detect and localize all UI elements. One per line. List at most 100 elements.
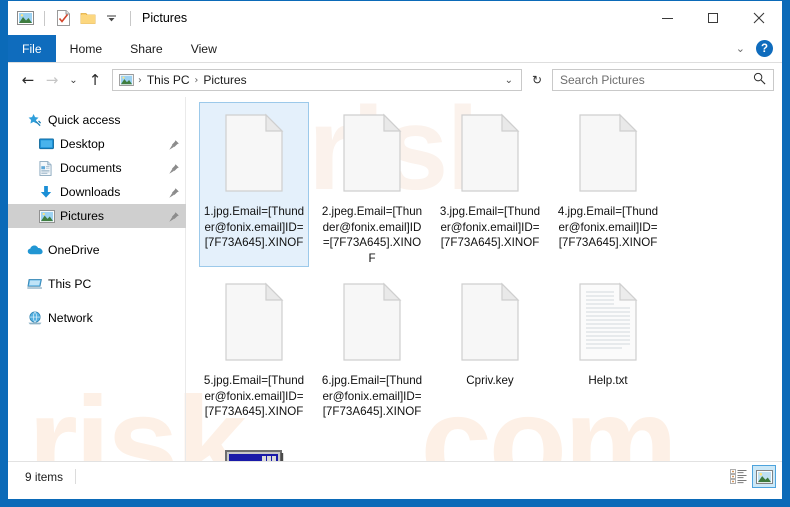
sidebar-item-quick-access[interactable]: Quick access [8, 108, 186, 132]
file-item[interactable]: 2.jpeg.Email=[Thunder@fonix.email]ID=[7F… [317, 102, 427, 267]
breadcrumb-pictures[interactable]: Pictures [200, 73, 249, 87]
tab-share[interactable]: Share [116, 35, 177, 62]
pin-icon[interactable] [168, 162, 180, 174]
close-button[interactable] [736, 1, 782, 35]
pin-icon[interactable] [168, 138, 180, 150]
sidebar-label-onedrive: OneDrive [48, 243, 100, 257]
address-pictures-icon [117, 74, 136, 86]
details-view-button[interactable] [726, 465, 750, 488]
star-pin-icon [27, 112, 45, 128]
file-name: Help.txt [588, 374, 628, 387]
large-icons-view-button[interactable] [752, 465, 776, 488]
maximize-icon [708, 13, 718, 23]
large-icons-view-icon [755, 469, 773, 484]
file-grid: 1.jpg.Email=[Thunder@fonix.email]ID=[7F7… [186, 102, 782, 461]
search-icon [753, 72, 769, 88]
window-title: Pictures [142, 11, 188, 25]
pictures-icon[interactable] [16, 9, 35, 28]
pictures-icon [39, 208, 57, 224]
blank-file-icon [336, 108, 408, 198]
file-item[interactable]: 5.jpg.Email=[Thunder@fonix.email]ID=[7F7… [199, 271, 309, 421]
address-toolbar: ← → ⌄ ↑ › This PC › Pictures ⌄ ↻ Search … [8, 63, 782, 97]
explorer-body: Quick access Desktop Documents Downloads… [8, 97, 782, 461]
sidebar-label-this-pc: This PC [48, 277, 92, 291]
file-name: 3.jpg.Email=[Thunder@fonix.email]ID=[7F7… [439, 205, 541, 249]
file-item[interactable]: How To Decrypt Files.hta [199, 425, 309, 461]
expand-ribbon-chevron-icon[interactable]: ⌄ [731, 42, 750, 55]
blank-file-icon [336, 277, 408, 367]
downloads-icon [39, 184, 57, 200]
qat-separator-2 [130, 10, 131, 26]
customize-chevron-icon[interactable] [102, 9, 121, 28]
tab-view[interactable]: View [177, 35, 231, 62]
tab-home[interactable]: Home [56, 35, 117, 62]
view-toggle-group [726, 465, 776, 488]
pin-icon[interactable] [168, 186, 180, 198]
file-explorer-window: risk risk .com Pictures File Home Share … [0, 0, 790, 507]
pin-icon[interactable] [168, 210, 180, 222]
minimize-button[interactable] [644, 1, 690, 35]
new-folder-icon[interactable] [78, 9, 97, 28]
ribbon-right-controls: ⌄ ? [731, 35, 778, 62]
close-icon [753, 12, 765, 24]
window-controls [644, 1, 782, 35]
sidebar-item-pictures[interactable]: Pictures [8, 204, 186, 228]
desktop-icon [39, 136, 57, 152]
recent-locations-chevron-icon[interactable]: ⌄ [64, 68, 83, 92]
maximize-button[interactable] [690, 1, 736, 35]
sidebar-label-network: Network [48, 311, 93, 325]
network-icon [27, 310, 45, 326]
up-button[interactable]: ↑ [83, 68, 107, 92]
sidebar-item-network[interactable]: Network [8, 306, 186, 330]
blank-file-icon [572, 108, 644, 198]
help-button[interactable]: ? [756, 40, 773, 57]
blank-file-icon [218, 108, 290, 198]
status-separator [75, 469, 77, 484]
back-button[interactable]: ← [16, 68, 40, 92]
sidebar-label-documents: Documents [60, 161, 122, 175]
file-name: 6.jpg.Email=[Thunder@fonix.email]ID=[7F7… [321, 374, 423, 418]
file-name: 4.jpg.Email=[Thunder@fonix.email]ID=[7F7… [557, 205, 659, 249]
file-name: 5.jpg.Email=[Thunder@fonix.email]ID=[7F7… [203, 374, 305, 418]
sidebar-label-quick-access: Quick access [48, 113, 121, 127]
file-item[interactable]: 1.jpg.Email=[Thunder@fonix.email]ID=[7F7… [199, 102, 309, 267]
search-input[interactable]: Search Pictures [560, 73, 753, 87]
breadcrumb-separator-1[interactable]: › [136, 75, 144, 86]
sidebar-label-downloads: Downloads [60, 185, 121, 199]
sidebar-item-documents[interactable]: Documents [8, 156, 186, 180]
sidebar-item-desktop[interactable]: Desktop [8, 132, 186, 156]
window-client-area: risk risk .com Pictures File Home Share … [8, 1, 782, 499]
file-item[interactable]: Help.txt [553, 271, 663, 421]
blank-file-icon [454, 277, 526, 367]
sidebar-item-onedrive[interactable]: OneDrive [8, 238, 186, 262]
text-file-icon [572, 277, 644, 367]
minimize-icon [661, 17, 673, 19]
thispc-icon [27, 276, 45, 292]
properties-icon[interactable] [54, 9, 73, 28]
refresh-button[interactable]: ↻ [527, 69, 547, 91]
address-dropdown-chevron-icon[interactable]: ⌄ [499, 75, 519, 86]
tab-file[interactable]: File [8, 35, 56, 62]
status-bar: 9 items [8, 461, 782, 491]
ribbon-tab-bar: File Home Share View ⌄ ? [8, 35, 782, 63]
file-item[interactable]: 3.jpg.Email=[Thunder@fonix.email]ID=[7F7… [435, 102, 545, 267]
breadcrumb-separator-2[interactable]: › [193, 75, 201, 86]
file-item[interactable]: 4.jpg.Email=[Thunder@fonix.email]ID=[7F7… [553, 102, 663, 267]
blank-file-icon [454, 108, 526, 198]
search-box[interactable]: Search Pictures [552, 69, 774, 91]
file-item[interactable]: 6.jpg.Email=[Thunder@fonix.email]ID=[7F7… [317, 271, 427, 421]
file-item[interactable]: Cpriv.key [435, 271, 545, 421]
forward-button[interactable]: → [40, 68, 64, 92]
breadcrumb-this-pc[interactable]: This PC [144, 73, 193, 87]
hta-window-icon [218, 431, 290, 461]
documents-icon [39, 160, 57, 176]
file-list-pane[interactable]: 1.jpg.Email=[Thunder@fonix.email]ID=[7F7… [186, 97, 782, 461]
sidebar-item-this-pc[interactable]: This PC [8, 272, 186, 296]
navigation-pane: Quick access Desktop Documents Downloads… [8, 97, 186, 461]
address-bar[interactable]: › This PC › Pictures ⌄ [112, 69, 522, 91]
file-name: Cpriv.key [466, 374, 514, 387]
details-view-icon [729, 469, 746, 484]
file-name: 1.jpg.Email=[Thunder@fonix.email]ID=[7F7… [203, 205, 305, 249]
item-count-label: 9 items [25, 469, 64, 484]
sidebar-item-downloads[interactable]: Downloads [8, 180, 186, 204]
